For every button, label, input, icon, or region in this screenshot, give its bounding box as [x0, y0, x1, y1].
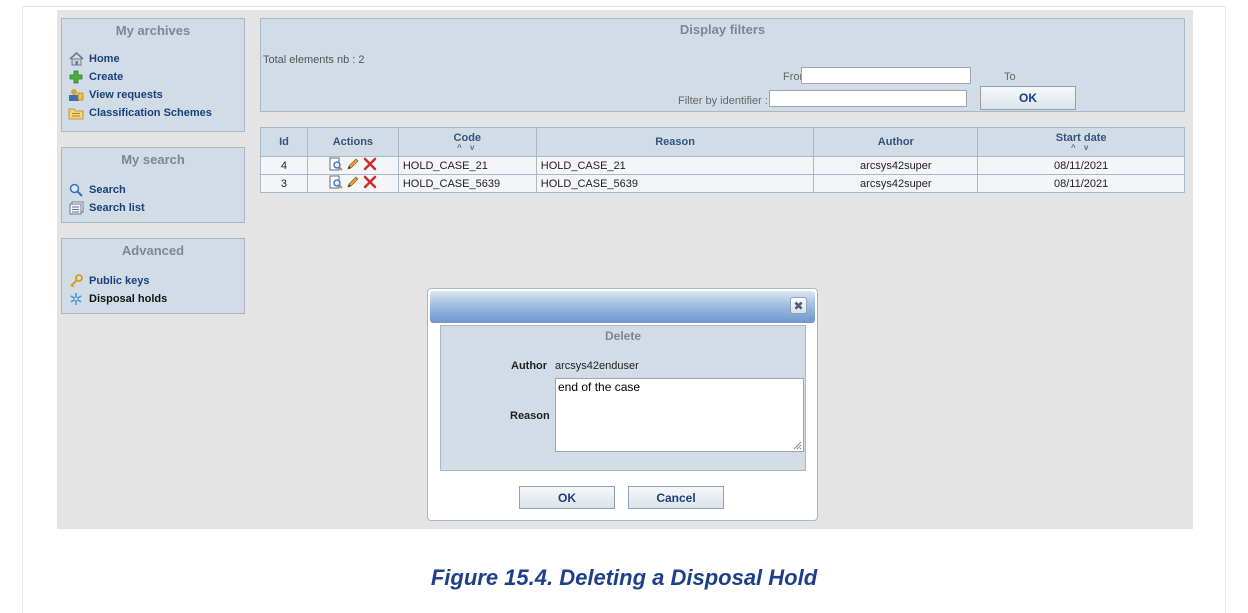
requests-icon — [68, 88, 84, 102]
dialog-ok-button[interactable]: OK — [519, 486, 615, 509]
cell-reason: HOLD_CASE_21 — [535, 156, 815, 175]
sidebar-advanced-panel: Advanced Public keys Disposal holds — [61, 238, 245, 314]
sidebar-item-label: Disposal holds — [89, 293, 168, 305]
plus-icon — [68, 70, 84, 84]
sidebar-item-label: Classification Schemes — [89, 107, 212, 119]
search-icon — [68, 183, 84, 197]
sidebar-item-view-requests[interactable]: View requests — [62, 86, 244, 104]
table-row: 4 HOLD_CASE_21 HOLD_CASE_21 arcsys42supe… — [260, 156, 1185, 175]
from-input[interactable] — [801, 67, 971, 84]
sort-arrows-icon[interactable]: ^ v — [978, 144, 1184, 152]
sidebar-item-search[interactable]: Search — [62, 181, 244, 199]
author-value: arcsys42enduser — [555, 360, 639, 372]
cell-actions — [306, 156, 399, 175]
table-header-row: Id Actions Code ^ v Reason Author Start … — [260, 127, 1185, 157]
sidebar-item-home[interactable]: Home — [62, 50, 244, 68]
sidebar-item-classification-schemes[interactable]: Classification Schemes — [62, 104, 244, 122]
view-details-icon[interactable] — [329, 175, 343, 189]
edit-pencil-icon[interactable] — [346, 175, 360, 189]
filters-title: Display filters — [679, 22, 766, 37]
sidebar-search-panel: My search Search Search list — [61, 147, 245, 223]
delete-x-icon[interactable] — [363, 175, 377, 189]
col-header-reason[interactable]: Reason — [535, 127, 815, 157]
col-header-id[interactable]: Id — [260, 127, 308, 157]
cell-code: HOLD_CASE_21 — [397, 156, 537, 175]
close-icon[interactable]: ✖ — [790, 297, 807, 314]
sidebar-item-label: Search — [89, 184, 126, 196]
table-row: 3 HOLD_CASE_5639 HOLD_CASE_5639 arcsys42… — [260, 174, 1185, 193]
col-header-actions: Actions — [306, 127, 399, 157]
sidebar-item-label: Home — [89, 53, 120, 65]
dialog-heading: Delete — [604, 329, 642, 343]
figure-caption: Figure 15.4. Deleting a Disposal Hold — [430, 565, 818, 590]
folder-icon — [68, 106, 84, 120]
col-header-start-date[interactable]: Start date ^ v — [977, 127, 1185, 157]
reason-textarea[interactable]: end of the case — [555, 378, 804, 452]
cell-id: 3 — [260, 174, 308, 193]
resize-grip-icon[interactable] — [792, 440, 802, 450]
cell-actions — [306, 174, 399, 193]
reason-label: Reason — [510, 410, 550, 422]
cell-start-date: 08/11/2021 — [977, 174, 1185, 193]
cell-reason: HOLD_CASE_5639 — [535, 174, 815, 193]
view-details-icon[interactable] — [329, 157, 343, 171]
display-filters-panel: Display filters Total elements nb : 2 Fr… — [260, 18, 1185, 112]
filter-identifier-input[interactable] — [769, 90, 967, 107]
col-header-code[interactable]: Code ^ v — [397, 127, 537, 157]
home-icon — [68, 52, 84, 66]
key-icon — [68, 274, 84, 288]
sidebar-archives-title: My archives — [115, 23, 191, 38]
sidebar-item-label: Public keys — [89, 275, 150, 287]
delete-x-icon[interactable] — [363, 157, 377, 171]
filters-ok-button[interactable]: OK — [980, 86, 1076, 110]
delete-form-panel: Delete Author arcsys42enduser Reason end… — [440, 325, 806, 471]
list-icon — [68, 201, 84, 215]
sidebar-item-label: View requests — [89, 89, 163, 101]
to-label: To — [1004, 71, 1016, 83]
delete-dialog: ✖ Delete Author arcsys42enduser Reason e… — [427, 288, 818, 521]
cell-id: 4 — [260, 156, 308, 175]
snowflake-icon — [68, 292, 84, 306]
sidebar-item-label: Search list — [89, 202, 145, 214]
sidebar-item-public-keys[interactable]: Public keys — [62, 272, 244, 290]
cell-start-date: 08/11/2021 — [977, 156, 1185, 175]
sidebar-item-label: Create — [89, 71, 124, 83]
cell-author: arcsys42super — [813, 174, 979, 193]
author-label: Author — [511, 360, 548, 372]
filter-identifier-label: Filter by identifier : — [678, 95, 768, 107]
dialog-cancel-button[interactable]: Cancel — [628, 486, 724, 509]
sidebar-archives-panel: My archives Home Create View requests Cl… — [61, 18, 245, 132]
disposal-holds-table: Id Actions Code ^ v Reason Author Start … — [260, 127, 1185, 193]
sidebar-item-search-list[interactable]: Search list — [62, 199, 244, 217]
col-header-author[interactable]: Author — [813, 127, 979, 157]
cell-author: arcsys42super — [813, 156, 979, 175]
cell-code: HOLD_CASE_5639 — [397, 174, 537, 193]
dialog-titlebar[interactable]: ✖ — [430, 291, 815, 323]
total-elements-count: Total elements nb : 2 — [263, 54, 365, 66]
sort-arrows-icon[interactable]: ^ v — [399, 144, 536, 152]
sidebar-item-create[interactable]: Create — [62, 68, 244, 86]
edit-pencil-icon[interactable] — [346, 157, 360, 171]
sidebar-search-title: My search — [121, 152, 185, 167]
sidebar-advanced-title: Advanced — [121, 243, 185, 258]
sidebar-item-disposal-holds[interactable]: Disposal holds — [62, 290, 244, 308]
